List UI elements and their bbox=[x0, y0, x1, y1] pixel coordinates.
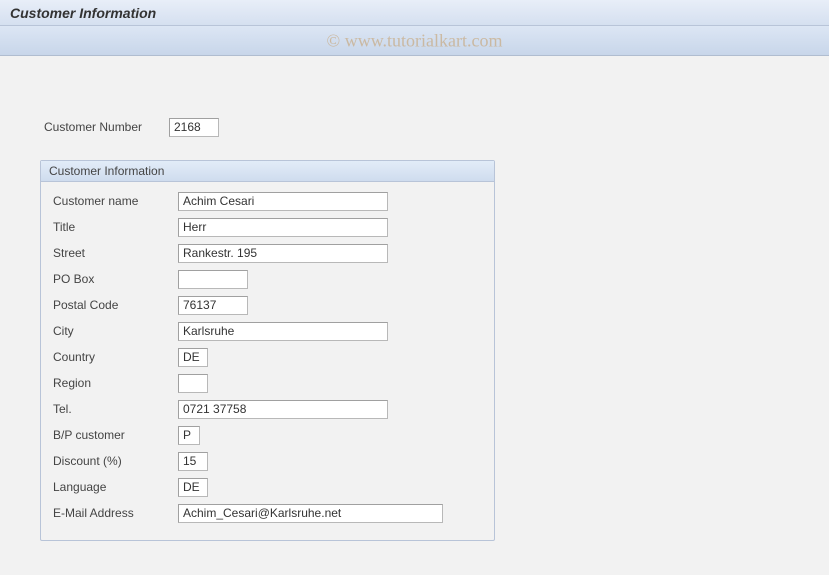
country-label: Country bbox=[53, 350, 178, 364]
tel-input[interactable] bbox=[178, 400, 388, 419]
region-input[interactable] bbox=[178, 374, 208, 393]
city-input[interactable] bbox=[178, 322, 388, 341]
country-input[interactable] bbox=[178, 348, 208, 367]
customer-number-label: Customer Number bbox=[44, 120, 169, 134]
content-area: Customer Number Customer Information Cus… bbox=[0, 56, 829, 561]
country-row: Country bbox=[53, 346, 482, 368]
language-input[interactable] bbox=[178, 478, 208, 497]
postal-input[interactable] bbox=[178, 296, 248, 315]
email-label: E-Mail Address bbox=[53, 506, 178, 520]
discount-row: Discount (%) bbox=[53, 450, 482, 472]
street-label: Street bbox=[53, 246, 178, 260]
bp-input[interactable] bbox=[178, 426, 200, 445]
pobox-label: PO Box bbox=[53, 272, 178, 286]
customer-number-row: Customer Number bbox=[44, 116, 809, 138]
language-row: Language bbox=[53, 476, 482, 498]
bp-label: B/P customer bbox=[53, 428, 178, 442]
pobox-input[interactable] bbox=[178, 270, 248, 289]
city-row: City bbox=[53, 320, 482, 342]
region-row: Region bbox=[53, 372, 482, 394]
customer-name-label: Customer name bbox=[53, 194, 178, 208]
title-input[interactable] bbox=[178, 218, 388, 237]
email-row: E-Mail Address bbox=[53, 502, 482, 524]
tel-label: Tel. bbox=[53, 402, 178, 416]
email-input[interactable] bbox=[178, 504, 443, 523]
discount-label: Discount (%) bbox=[53, 454, 178, 468]
toolbar-strip: © www.tutorialkart.com bbox=[0, 26, 829, 56]
street-input[interactable] bbox=[178, 244, 388, 263]
postal-label: Postal Code bbox=[53, 298, 178, 312]
bp-row: B/P customer bbox=[53, 424, 482, 446]
title-bar: Customer Information bbox=[0, 0, 829, 26]
customer-info-group: Customer Information Customer name Title… bbox=[40, 160, 495, 541]
postal-row: Postal Code bbox=[53, 294, 482, 316]
customer-name-row: Customer name bbox=[53, 190, 482, 212]
watermark-text: © www.tutorialkart.com bbox=[327, 30, 503, 51]
customer-number-input[interactable] bbox=[169, 118, 219, 137]
tel-row: Tel. bbox=[53, 398, 482, 420]
language-label: Language bbox=[53, 480, 178, 494]
discount-input[interactable] bbox=[178, 452, 208, 471]
page-title: Customer Information bbox=[10, 5, 156, 21]
city-label: City bbox=[53, 324, 178, 338]
group-header: Customer Information bbox=[41, 161, 494, 182]
customer-name-input[interactable] bbox=[178, 192, 388, 211]
title-label: Title bbox=[53, 220, 178, 234]
pobox-row: PO Box bbox=[53, 268, 482, 290]
group-body: Customer name Title Street PO Box Postal… bbox=[41, 182, 494, 540]
title-row: Title bbox=[53, 216, 482, 238]
street-row: Street bbox=[53, 242, 482, 264]
region-label: Region bbox=[53, 376, 178, 390]
